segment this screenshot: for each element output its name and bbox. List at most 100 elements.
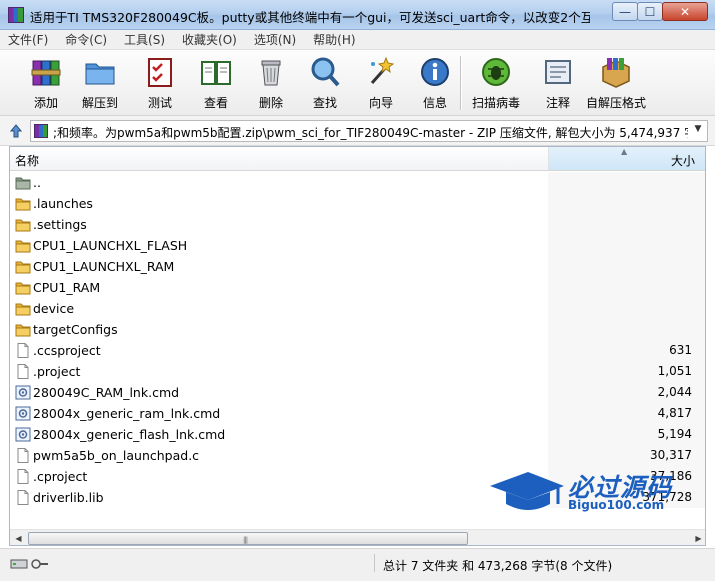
file-size: 1,051 [548, 361, 705, 382]
test-label: 测试 [147, 96, 172, 110]
file-name: pwm5a5b_on_launchpad.c [33, 448, 200, 463]
scroll-right-icon[interactable]: ▶ [690, 530, 705, 545]
path-dropdown-icon[interactable]: ▼ [692, 124, 704, 138]
file-row[interactable]: .launches [10, 193, 705, 214]
file-name-cell[interactable]: CPU1_RAM [10, 277, 548, 298]
find-button[interactable]: 查找 [307, 54, 343, 112]
file-name: .settings [33, 217, 87, 232]
comment-button[interactable]: 注释 [540, 54, 576, 112]
file-size [548, 172, 705, 193]
virus-bug-icon [478, 54, 514, 90]
file-name-cell[interactable]: .settings [10, 214, 548, 235]
menu-file[interactable]: 文件(F) [8, 31, 48, 48]
file-icon [15, 343, 31, 358]
file-name-cell[interactable]: .ccsproject [10, 340, 548, 361]
menu-tools[interactable]: 工具(S) [124, 31, 165, 48]
file-name-cell[interactable]: .. [10, 172, 548, 193]
extract-button[interactable]: 解压到 [82, 54, 118, 112]
folder-icon [15, 280, 31, 295]
file-name: .launches [33, 196, 93, 211]
menu-favorites[interactable]: 收藏夹(O) [182, 31, 237, 48]
file-size [548, 214, 705, 235]
menu-options[interactable]: 选项(N) [254, 31, 296, 48]
file-size: 5,194 [548, 424, 705, 445]
extract-label: 解压到 [82, 96, 119, 110]
file-row[interactable]: CPU1_LAUNCHXL_RAM [10, 256, 705, 277]
minimize-button[interactable]: — [612, 2, 638, 21]
comment-note-icon [540, 54, 576, 90]
file-row[interactable]: 280049C_RAM_lnk.cmd 2,044 [10, 382, 705, 403]
parent-folder-icon [15, 175, 31, 190]
horizontal-scrollbar[interactable]: ◀ ||| ▶ [10, 529, 705, 545]
file-name-cell[interactable]: CPU1_LAUNCHXL_FLASH [10, 235, 548, 256]
cmd-file-icon [15, 427, 31, 442]
scan-virus-label: 扫描病毒 [472, 96, 521, 110]
file-name-cell[interactable]: device [10, 298, 548, 319]
file-size: 2,044 [548, 382, 705, 403]
file-row[interactable]: CPU1_LAUNCHXL_FLASH [10, 235, 705, 256]
file-row[interactable]: .project 1,051 [10, 361, 705, 382]
wizard-label: 向导 [368, 96, 393, 110]
file-name-cell[interactable]: .cproject [10, 466, 548, 487]
file-name-cell[interactable]: pwm5a5b_on_launchpad.c [10, 445, 548, 466]
file-size [548, 277, 705, 298]
scroll-thumb[interactable]: ||| [28, 532, 468, 545]
extract-folder-icon [82, 54, 118, 90]
wizard-button[interactable]: 向导 [363, 54, 399, 112]
file-name-cell[interactable]: targetConfigs [10, 319, 548, 340]
winrar-app-icon[interactable] [8, 7, 24, 23]
view-button[interactable]: 查看 [198, 54, 234, 112]
magic-wand-icon [363, 54, 399, 90]
folder-icon [15, 259, 31, 274]
delete-button[interactable]: 删除 [253, 54, 289, 112]
file-name-cell[interactable]: CPU1_LAUNCHXL_RAM [10, 256, 548, 277]
file-name: CPU1_RAM [33, 280, 101, 295]
file-row[interactable]: CPU1_RAM [10, 277, 705, 298]
file-row[interactable]: targetConfigs [10, 319, 705, 340]
column-name-header[interactable]: 名称 [15, 152, 39, 169]
file-name-cell[interactable]: .launches [10, 193, 548, 214]
file-size [548, 256, 705, 277]
file-name-cell[interactable]: .project [10, 361, 548, 382]
view-book-icon [198, 54, 234, 90]
menu-help[interactable]: 帮助(H) [313, 31, 355, 48]
delete-label: 删除 [258, 96, 283, 110]
info-button[interactable]: 信息 [417, 54, 453, 112]
file-name: targetConfigs [33, 322, 118, 337]
file-rows: .. .launches .settings CPU1_LAUNCHXL_FLASH C… [10, 172, 705, 508]
file-name-cell[interactable]: driverlib.lib [10, 487, 548, 508]
maximize-button[interactable]: ☐ [637, 2, 663, 21]
archive-path-field[interactable]: ;和频率。为pwm5a和pwm5b配置.zip\pwm_sci_for_TIF2… [30, 120, 708, 142]
file-name-cell[interactable]: 280049C_RAM_lnk.cmd [10, 382, 548, 403]
zip-archive-icon [34, 124, 48, 138]
column-size-header[interactable]: ▲ 大小 [548, 147, 705, 170]
file-name-cell[interactable]: 28004x_generic_flash_lnk.cmd [10, 424, 548, 445]
toolbar: 添加 解压到 测试 查看 删除 查找 向导 信息 扫描病毒 注释 自解压格式 [0, 50, 715, 116]
up-folder-icon[interactable] [8, 123, 24, 139]
status-drive-icons [10, 557, 50, 571]
file-name-cell[interactable]: 28004x_generic_ram_lnk.cmd [10, 403, 548, 424]
menu-bar: 文件(F) 命令(C) 工具(S) 收藏夹(O) 选项(N) 帮助(H) [0, 30, 715, 50]
file-row[interactable]: device [10, 298, 705, 319]
menu-commands[interactable]: 命令(C) [65, 31, 107, 48]
add-button[interactable]: 添加 [28, 54, 64, 112]
test-button[interactable]: 测试 [142, 54, 178, 112]
scroll-left-icon[interactable]: ◀ [10, 530, 27, 545]
file-row[interactable]: .. [10, 172, 705, 193]
info-label: 信息 [422, 96, 447, 110]
file-name: 28004x_generic_flash_lnk.cmd [33, 427, 226, 442]
find-label: 查找 [312, 96, 337, 110]
file-row[interactable]: .settings [10, 214, 705, 235]
file-name: .cproject [33, 469, 88, 484]
close-button[interactable]: ✕ [662, 2, 708, 21]
scan-virus-button[interactable]: 扫描病毒 [472, 54, 520, 112]
file-name: .ccsproject [33, 343, 101, 358]
file-row[interactable]: 28004x_generic_ram_lnk.cmd 4,817 [10, 403, 705, 424]
file-row[interactable]: 28004x_generic_flash_lnk.cmd 5,194 [10, 424, 705, 445]
sfx-button[interactable]: 自解压格式 [586, 54, 646, 112]
status-separator [374, 554, 375, 572]
graduation-cap-icon [490, 472, 564, 510]
file-row[interactable]: .ccsproject 631 [10, 340, 705, 361]
file-row[interactable]: pwm5a5b_on_launchpad.c 30,317 [10, 445, 705, 466]
add-label: 添加 [33, 96, 58, 110]
